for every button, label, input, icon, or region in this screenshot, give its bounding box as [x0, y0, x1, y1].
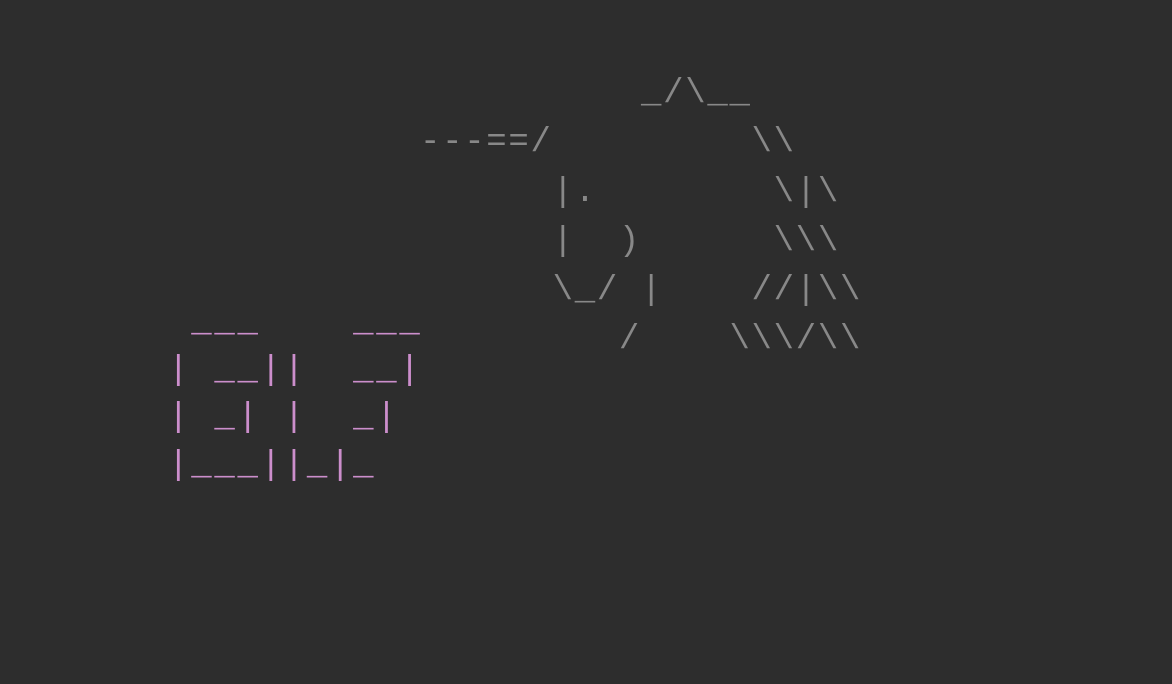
ascii-text-art: ___ ___ | __|| __| | _| | _| |___||_|_ [145, 300, 422, 490]
ascii-mountain-art: _/\__ ---==/ \\ |. \|\ | ) \\\ \_/ | //|… [420, 70, 862, 366]
